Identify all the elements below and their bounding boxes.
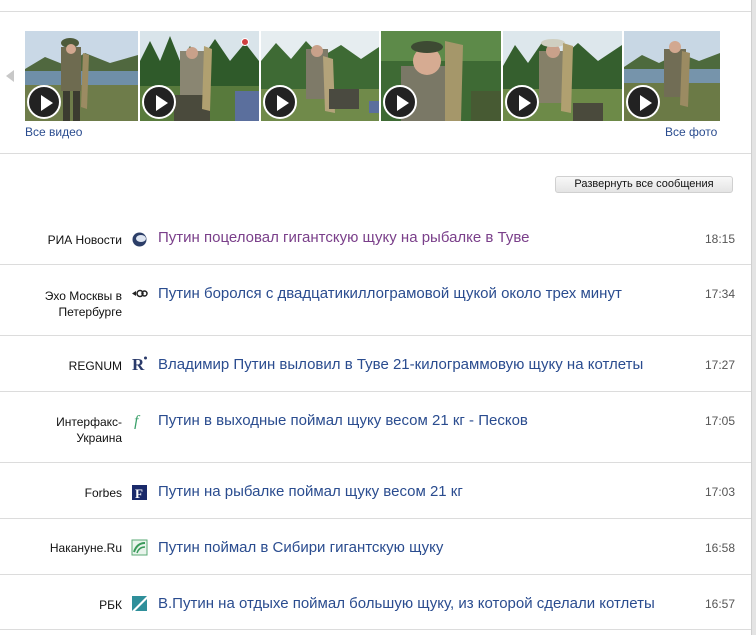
play-icon[interactable]: [505, 85, 539, 119]
news-source: Интерфакс-Украина: [56, 415, 122, 445]
news-headline-link[interactable]: Путин поймал в Сибири гигантскую щуку: [158, 539, 443, 556]
news-headline-link[interactable]: Путин боролся с двадцатикиллограмовой щу…: [158, 285, 622, 302]
ria-logo-icon: [132, 232, 147, 247]
news-source: РИА Новости: [47, 233, 122, 247]
video-thumbnail-6[interactable]: [624, 31, 720, 121]
interfax-logo-icon: f: [134, 413, 141, 429]
play-icon[interactable]: [383, 85, 417, 119]
svg-text:F: F: [135, 486, 143, 501]
top-divider: [0, 11, 751, 12]
news-row: REGNUM R Владимир Путин выловил в Туве 2…: [0, 336, 751, 392]
regnum-logo-icon: R: [132, 355, 147, 372]
forbes-logo-icon: F: [132, 485, 147, 501]
news-headline-link[interactable]: В.Путин на отдыхе поймал большую щуку, и…: [158, 595, 655, 612]
rbc-logo-icon: [132, 596, 147, 611]
news-source: Эхо Москвы в Петербурге: [44, 289, 122, 319]
news-time: 17:03: [704, 485, 735, 499]
news-row: Накануне.Ru Путин поймал в Сибири гигант…: [0, 519, 751, 575]
svg-text:R: R: [132, 355, 145, 372]
news-time: 17:34: [704, 287, 735, 301]
video-thumbnail-3[interactable]: [261, 31, 379, 121]
all-video-link[interactable]: Все видео: [25, 125, 82, 139]
nakanune-logo-icon: [131, 539, 148, 556]
news-row: Forbes F Путин на рыбалке поймал щуку ве…: [0, 463, 751, 519]
scrollbar-track[interactable]: [752, 0, 756, 635]
video-thumbnail-1[interactable]: [25, 31, 138, 121]
news-source: Forbes: [84, 486, 122, 500]
news-headline-link[interactable]: Путин на рыбалке поймал щуку весом 21 кг: [158, 483, 463, 500]
news-headline-link[interactable]: Владимир Путин выловил в Туве 21-килогра…: [158, 356, 643, 373]
svg-text:f: f: [134, 413, 141, 429]
play-icon[interactable]: [27, 85, 61, 119]
record-indicator-icon: [241, 38, 249, 46]
news-source: Накануне.Ru: [49, 541, 122, 555]
play-icon[interactable]: [626, 85, 660, 119]
news-row: Эхо Москвы в Петербурге Путин боролся с …: [0, 265, 751, 336]
news-headline-link[interactable]: Путин поцеловал гигантскую щуку на рыбал…: [158, 229, 530, 246]
play-icon[interactable]: [263, 85, 297, 119]
news-list: РИА Новости Путин поцеловал гигантскую щ…: [0, 210, 751, 630]
news-headline-link[interactable]: Путин в выходные поймал щуку весом 21 кг…: [158, 412, 528, 429]
play-icon[interactable]: [142, 85, 176, 119]
video-thumbnail-5[interactable]: [503, 31, 622, 121]
news-time: 17:05: [704, 414, 735, 428]
gallery-divider: [0, 153, 751, 154]
news-source: REGNUM: [68, 359, 122, 373]
expand-all-button[interactable]: Развернуть все сообщения: [555, 176, 733, 193]
news-time: 16:57: [704, 597, 735, 611]
gallery-prev-arrow-icon[interactable]: [6, 70, 14, 82]
video-thumbnail-4[interactable]: [381, 31, 501, 121]
news-time: 16:58: [704, 541, 735, 555]
news-row: РИА Новости Путин поцеловал гигантскую щ…: [0, 210, 751, 265]
news-time: 18:15: [704, 232, 735, 246]
news-source: РБК: [99, 598, 122, 612]
news-time: 17:27: [704, 358, 735, 372]
all-photo-link[interactable]: Все фото: [665, 125, 717, 139]
echo-logo-icon: [132, 289, 148, 298]
news-row: Интерфакс-Украина f Путин в выходные пой…: [0, 392, 751, 463]
news-row: РБК В.Путин на отдыхе поймал большую щук…: [0, 575, 751, 630]
video-thumbnail-2[interactable]: [140, 31, 259, 121]
